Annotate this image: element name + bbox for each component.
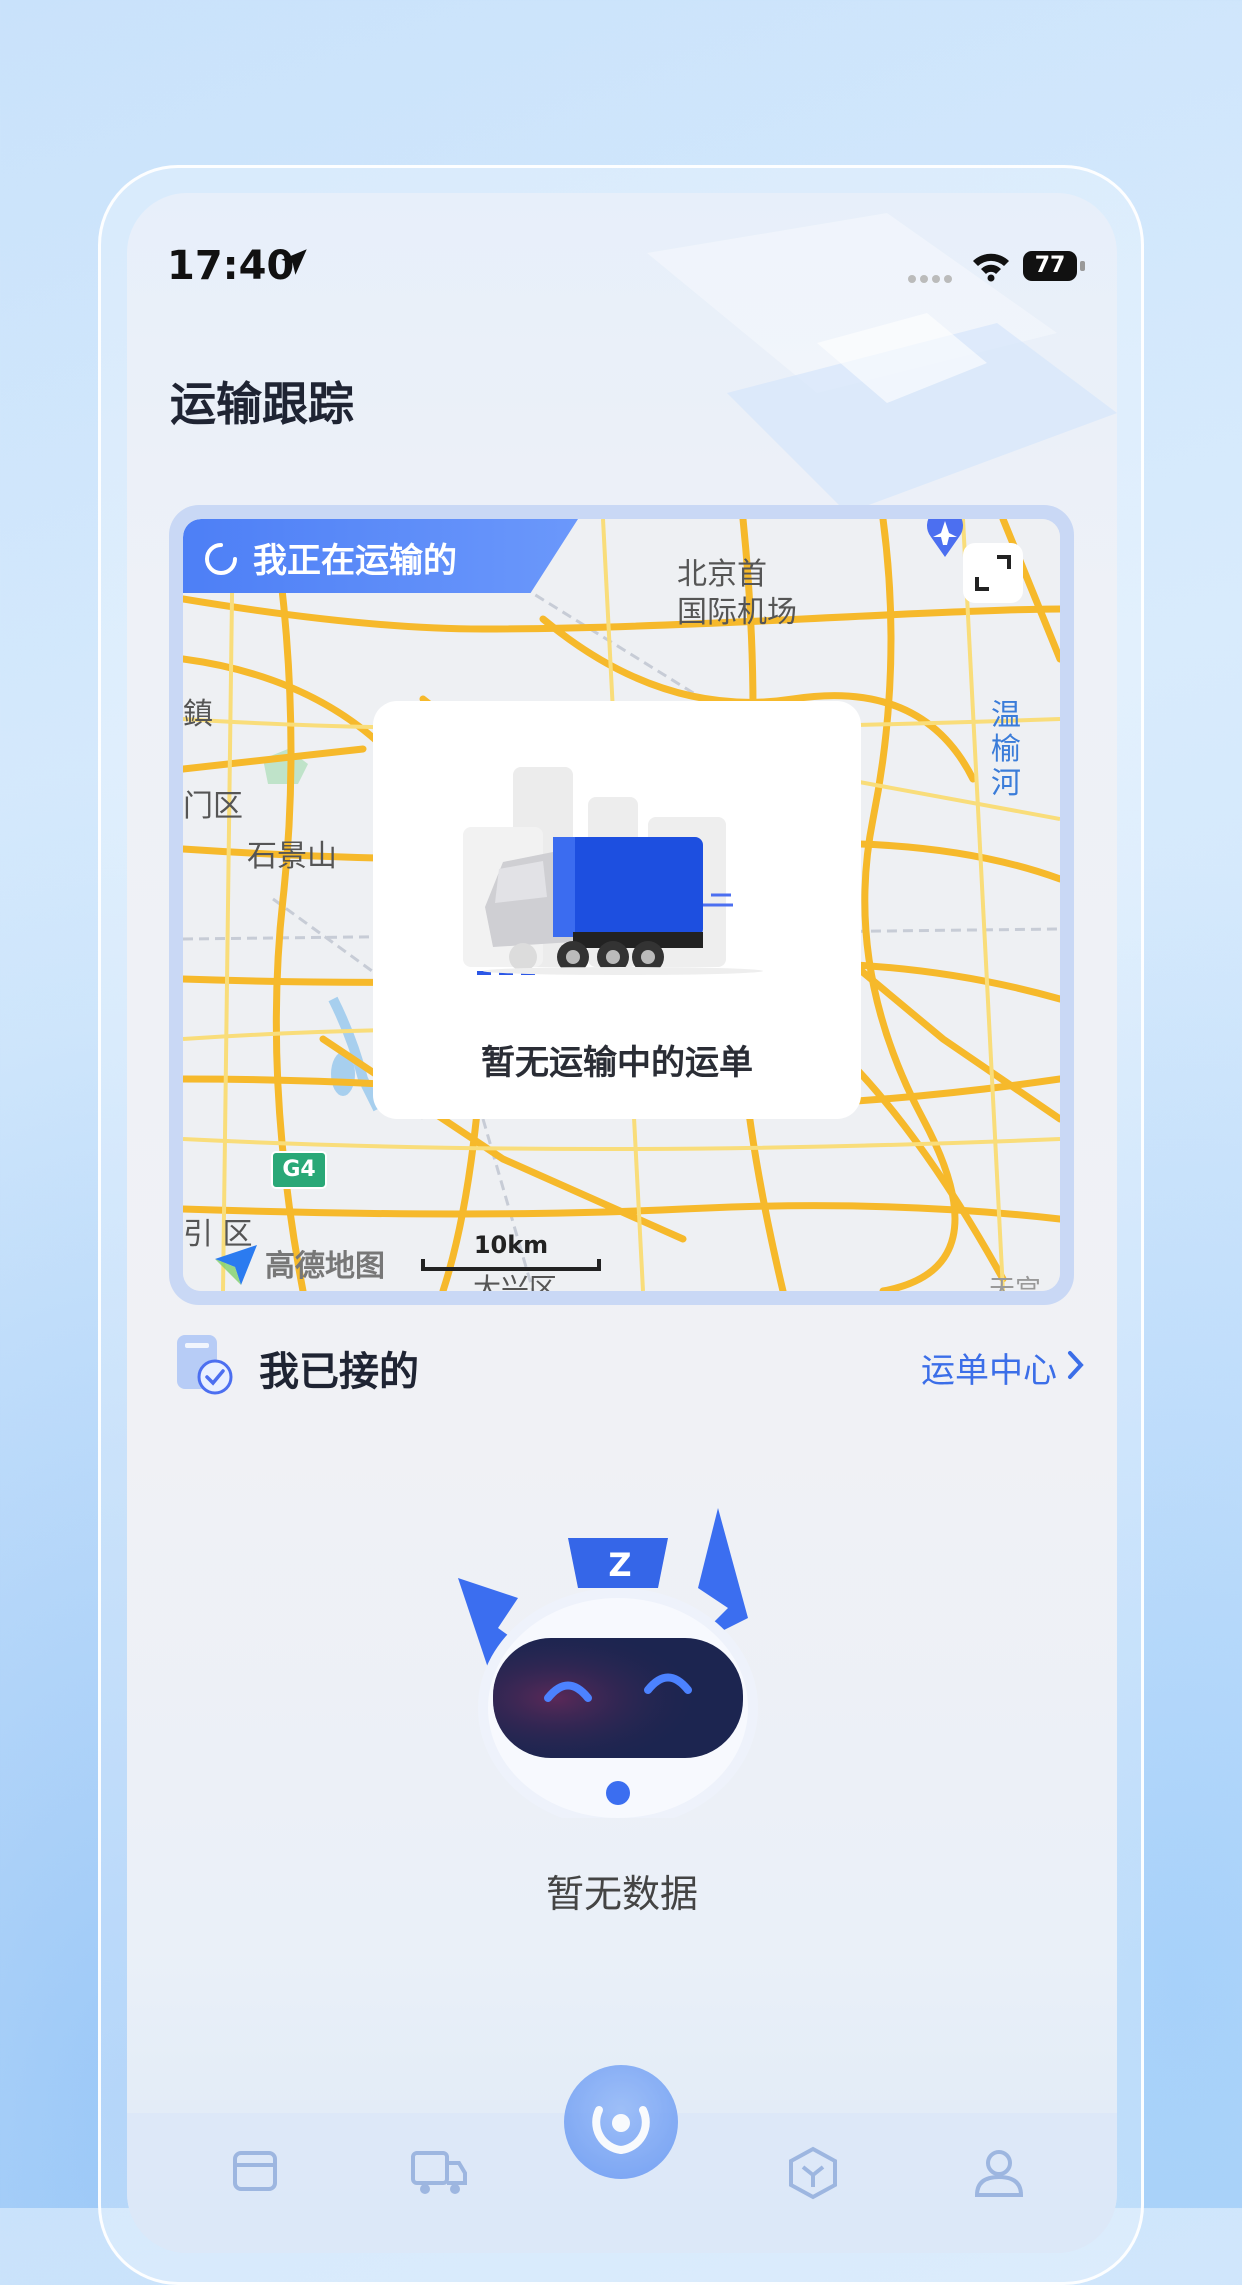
- scan-icon: [592, 2106, 650, 2154]
- tab-wallet-icon[interactable]: [215, 2143, 295, 2203]
- loading-spinner-icon: [205, 543, 237, 575]
- app-screen: 17:40 77 运输跟踪 我正在运输的 北京首 国际机场 鎮 门区 石景山 温…: [127, 193, 1117, 2253]
- map-scale-label: 10km: [473, 1231, 549, 1259]
- transport-map-card[interactable]: 我正在运输的 北京首 国际机场 鎮 门区 石景山 温榆河 引 区 大兴区 天宫 …: [169, 505, 1074, 1305]
- waybill-center-link[interactable]: 运单中心: [921, 1343, 1057, 1392]
- airport-pin-icon: [927, 519, 963, 557]
- transporting-tag: 我正在运输的: [183, 519, 578, 593]
- tab-truck-icon[interactable]: [399, 2143, 479, 2203]
- tab-user-icon[interactable]: [959, 2143, 1039, 2203]
- highway-shield: G4: [271, 1151, 327, 1189]
- map-provider-label: 高德地图: [265, 1249, 385, 1284]
- expand-icon: [975, 555, 1011, 591]
- bottom-tab-bar: [127, 2065, 1117, 2253]
- tab-box-icon[interactable]: [773, 2143, 853, 2203]
- map-label-river: 温榆河: [991, 698, 1021, 801]
- status-time: 17:40: [167, 243, 295, 289]
- map-label-shijingshan: 石景山: [247, 839, 337, 874]
- center-scan-button[interactable]: [564, 2065, 678, 2179]
- accepted-section-title: 我已接的: [259, 1349, 419, 1395]
- map-label-district: 门区: [183, 789, 243, 824]
- document-check-icon: [177, 1335, 233, 1395]
- robot-mascot-icon: Z: [458, 1508, 758, 1818]
- svg-text:Z: Z: [608, 1546, 631, 1584]
- page-title: 运输跟踪: [170, 377, 354, 431]
- map-scale: 10km: [421, 1231, 601, 1271]
- chevron-right-icon[interactable]: [1065, 1349, 1087, 1381]
- no-transport-card: 暂无运输中的运单: [373, 701, 861, 1119]
- map-expand-button[interactable]: [963, 543, 1023, 603]
- map-label-town: 鎮: [183, 697, 213, 732]
- battery-indicator: 77: [1023, 251, 1085, 281]
- wifi-icon: [973, 253, 1009, 282]
- no-data-text: 暂无数据: [545, 1872, 698, 1916]
- amap-logo-icon: [215, 1245, 257, 1285]
- empty-truck-illustration: [463, 767, 763, 975]
- transporting-tag-label: 我正在运输的: [253, 541, 457, 581]
- cellular-signal-icon: [908, 275, 952, 283]
- map-view[interactable]: 我正在运输的 北京首 国际机场 鎮 门区 石景山 温榆河 引 区 大兴区 天宫 …: [183, 519, 1060, 1291]
- accepted-section-header: 我已接的 运单中心: [127, 1325, 1117, 1405]
- map-label-airport-2: 国际机场: [677, 595, 797, 630]
- no-transport-text: 暂无运输中的运单: [481, 1043, 753, 1083]
- map-label-bottom-right: 天宫: [989, 1275, 1042, 1291]
- location-arrow-icon: [281, 249, 307, 275]
- status-bar: 17:40 77: [127, 193, 1117, 333]
